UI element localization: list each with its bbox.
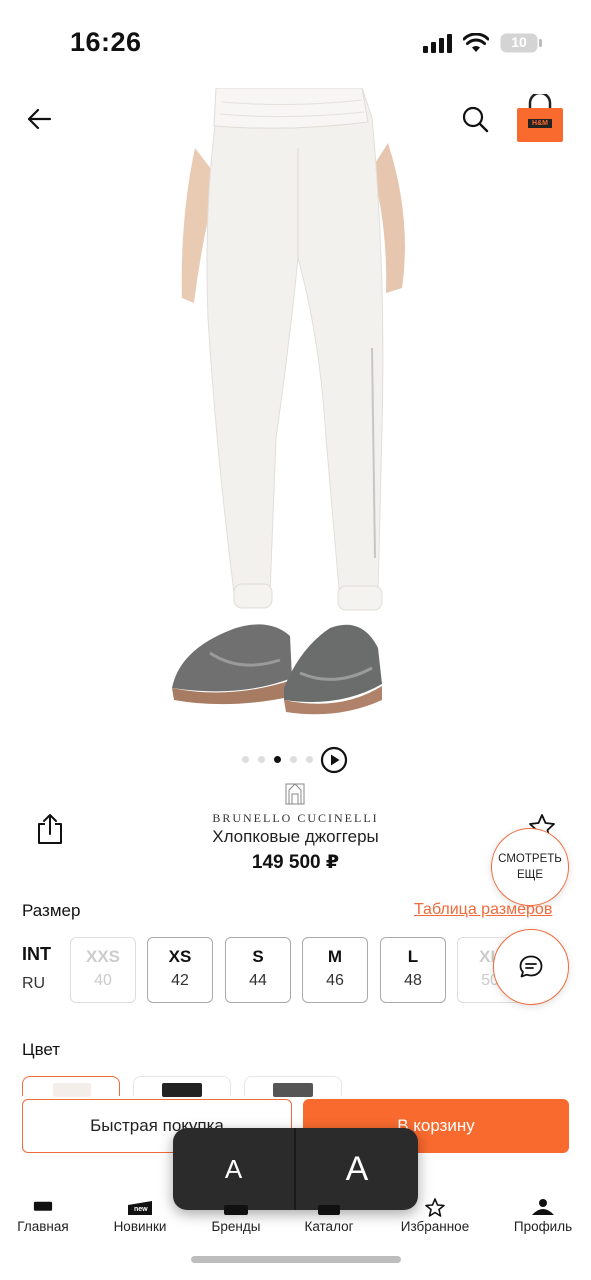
see-more-button[interactable]: СМОТРЕТЬ ЕЩЕ	[491, 828, 569, 906]
product-image[interactable]	[150, 88, 440, 728]
nav-label: Каталог	[304, 1219, 354, 1234]
size-table-link[interactable]: Таблица размеров	[414, 901, 552, 919]
brands-icon	[224, 1205, 248, 1215]
search-icon[interactable]	[460, 104, 490, 134]
size-ru: 46	[326, 972, 344, 989]
size-option-m[interactable]: M 46	[302, 937, 368, 1003]
home-icon	[33, 1201, 53, 1211]
swatch-fill-grey	[273, 1083, 313, 1097]
color-section-label: Цвет	[22, 1040, 61, 1059]
size-int: XXS	[85, 947, 121, 966]
color-swatch[interactable]	[244, 1076, 342, 1097]
gallery-dot[interactable]	[290, 756, 297, 763]
play-video-icon[interactable]	[320, 746, 348, 774]
battery-icon: 10	[500, 33, 542, 53]
battery-level: 10	[511, 34, 527, 50]
chat-bubble-icon	[519, 955, 543, 978]
int-label: INT	[22, 944, 51, 964]
home-indicator[interactable]	[191, 1256, 401, 1263]
size-option-xxs[interactable]: XXS 40	[70, 937, 136, 1003]
size-int: S	[252, 947, 264, 966]
bag-logo-text: H&M	[532, 120, 548, 127]
profile-icon	[532, 1199, 554, 1215]
shopping-bag-button[interactable]: H&M	[514, 94, 566, 144]
status-time: 16:26	[70, 27, 142, 57]
brand-emblem-icon	[285, 783, 305, 805]
swatch-fill-dark	[162, 1083, 202, 1097]
size-int: M	[327, 947, 343, 966]
ru-label: RU	[22, 975, 46, 992]
size-section-label: Размер	[22, 901, 81, 920]
cellular-signal-icon	[423, 34, 452, 53]
back-arrow-icon[interactable]	[24, 104, 54, 134]
nav-label: Профиль	[513, 1219, 573, 1234]
gallery-dot[interactable]	[306, 756, 313, 763]
gallery-dot[interactable]	[242, 756, 249, 763]
color-swatch[interactable]	[133, 1076, 231, 1097]
svg-text:new: new	[134, 1206, 148, 1213]
see-more-label: СМОТРЕТЬ ЕЩЕ	[498, 853, 562, 881]
brand-name[interactable]: BRUNELLO CUCINELLI	[0, 811, 591, 826]
size-option-xs[interactable]: XS 42	[147, 937, 213, 1003]
nav-label: Бренды	[211, 1219, 261, 1234]
size-option-l[interactable]: L 48	[380, 937, 446, 1003]
size-int: L	[407, 947, 419, 966]
nav-label: Главная	[17, 1219, 69, 1234]
star-icon	[425, 1198, 445, 1217]
nav-label: Новинки	[113, 1219, 167, 1234]
color-swatch-selected[interactable]	[22, 1076, 120, 1097]
text-size-popup: A A	[173, 1128, 418, 1210]
new-icon: new	[128, 1201, 152, 1215]
catalog-icon	[318, 1205, 340, 1215]
chat-button[interactable]	[493, 929, 569, 1005]
gallery-dot-active[interactable]	[274, 756, 281, 763]
swatch-fill-light	[53, 1083, 91, 1097]
size-ru: 44	[249, 972, 267, 989]
wifi-icon	[463, 33, 489, 52]
size-int: XS	[168, 947, 192, 966]
size-ru: 48	[404, 972, 422, 989]
gallery-dot[interactable]	[258, 756, 265, 763]
size-option-s[interactable]: S 44	[225, 937, 291, 1003]
nav-label: Избранное	[400, 1219, 470, 1234]
size-ru: 40	[94, 972, 112, 989]
size-ru: 42	[171, 972, 189, 989]
